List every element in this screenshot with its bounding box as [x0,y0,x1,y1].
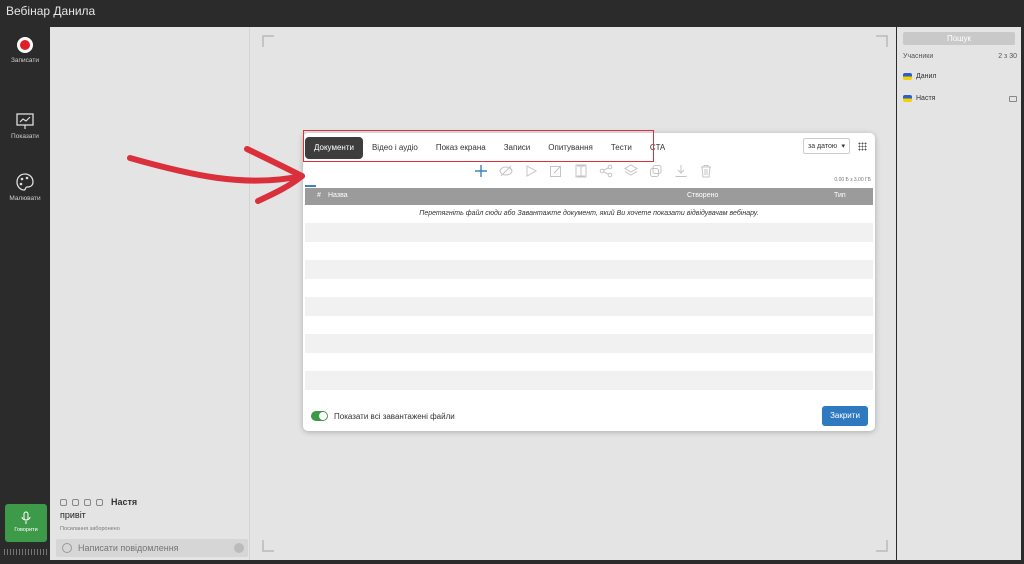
participant-name: Настя [916,95,936,102]
ukraine-flag-icon [903,95,912,102]
col-type[interactable]: Тип [834,192,846,199]
tab-documents[interactable]: Документи [305,137,363,159]
delete-icon[interactable] [72,498,79,506]
participant-name: Данил [916,73,937,80]
sort-select[interactable]: за датою ▾ [803,138,850,154]
stage-corner [262,35,274,47]
webinar-title: Вебінар Данила [6,4,96,18]
microphone-icon [21,511,31,524]
col-created[interactable]: Створено [687,192,718,199]
col-number: # [317,192,321,199]
speak-label: Говорити [14,527,38,533]
tab-video-audio[interactable]: Відео і аудіо [363,137,427,159]
storage-usage: 0.00 Б з 3.00 ГБ [834,177,871,183]
col-name[interactable]: Назва [328,192,348,199]
record-icon [17,37,33,53]
download-icon[interactable] [671,162,690,181]
tab-recordings[interactable]: Записи [495,137,540,159]
title-bar: Вебінар Данила [0,0,1024,24]
table-row [305,297,873,316]
table-row [305,278,873,297]
upload-progress-bar [305,185,316,187]
trash-icon[interactable] [696,162,715,181]
search-button[interactable]: Пошук [903,32,1015,45]
table-header: # Назва Створено Тип [305,188,873,205]
record-label: Записати [10,57,40,64]
table-body [305,223,873,408]
empty-table-message[interactable]: Перетягніть файл сюди або Завантажте док… [305,205,873,223]
close-button[interactable]: Закрити [822,406,868,426]
table-row [305,315,873,334]
table-row [305,371,873,390]
stage-corner [876,35,888,47]
table-row [305,389,873,408]
speak-button[interactable]: Говорити [5,504,47,542]
share-icon[interactable] [596,162,615,181]
ukraine-flag-icon [903,73,912,80]
chat-input-bar [56,539,248,557]
message-text: привіт [60,510,86,520]
chat-panel: Настя привіт Посилання заборонено [50,27,250,560]
document-toolbar [471,161,715,181]
participants-panel: Пошук Учасники 2 з 30 Данил Настя [897,27,1021,560]
sort-select-value: за датою [808,142,838,150]
table-row [305,260,873,279]
left-toolbar: Записати Показати Малювати Говорити [0,24,50,564]
caret-down-icon: ▾ [841,143,845,150]
presentation-icon [16,113,34,129]
play-icon[interactable] [521,162,540,181]
pin-icon[interactable] [84,498,91,506]
show-all-files-toggle-row: Показати всі завантажені файли [311,411,455,421]
participants-count: 2 з 30 [998,53,1017,60]
participant-item[interactable]: Настя [903,95,1017,102]
draw-button[interactable]: Малювати [0,172,50,202]
links-forbidden-note: Посилання заборонено [60,526,120,532]
modal-tabs: Документи Відео і аудіо Показ екрана Зап… [305,136,674,160]
copy-icon[interactable] [60,498,67,506]
files-modal: Документи Відео і аудіо Показ екрана Зап… [303,133,875,431]
show-all-files-toggle[interactable] [311,411,328,421]
message-author: Настя [111,497,138,507]
screen-icon [1009,95,1017,102]
chat-input[interactable] [78,543,228,553]
tab-cta[interactable]: CTA [641,137,674,159]
draw-label: Малювати [9,195,41,202]
table-row [305,334,873,353]
record-button[interactable]: Записати [0,36,50,64]
tab-polls[interactable]: Опитування [539,137,602,159]
edit-icon[interactable] [546,162,565,181]
table-row [305,223,873,242]
grid-view-icon[interactable] [858,142,867,151]
participants-header: Учасники 2 з 30 [903,53,1017,60]
rename-icon[interactable] [571,162,590,181]
audio-level-meter [4,549,48,555]
info-icon[interactable] [96,498,103,506]
layers-icon[interactable] [621,162,640,181]
stage-corner [262,540,274,552]
participants-label: Учасники [903,53,934,60]
table-row [305,352,873,371]
chat-message: Настя привіт Посилання заборонено [60,497,245,532]
hide-icon[interactable] [496,162,515,181]
show-all-files-label: Показати всі завантажені файли [334,411,455,421]
add-icon[interactable] [471,162,490,181]
tab-tests[interactable]: Тести [602,137,641,159]
show-label: Показати [11,133,39,140]
send-icon[interactable] [234,543,244,553]
palette-icon [16,173,34,191]
show-button[interactable]: Показати [0,112,50,140]
stage-corner [876,540,888,552]
copy-icon[interactable] [646,162,665,181]
emoji-icon[interactable] [62,543,72,553]
table-row [305,241,873,260]
tab-screen-share[interactable]: Показ екрана [427,137,495,159]
participant-item[interactable]: Данил [903,73,1017,80]
